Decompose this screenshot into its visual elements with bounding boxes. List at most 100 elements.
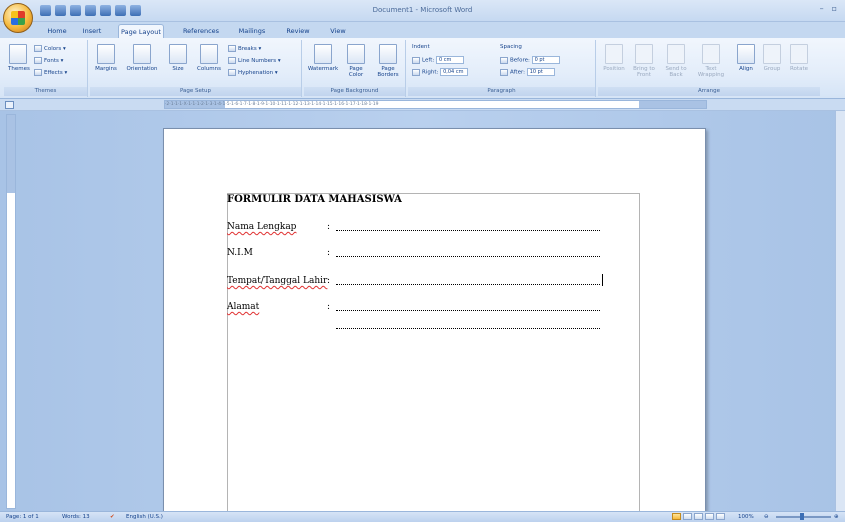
field-line-alamat-2[interactable] <box>336 328 600 329</box>
tab-home[interactable]: Home <box>44 24 70 38</box>
themes-button[interactable]: Themes <box>8 44 30 72</box>
page-count[interactable]: Page: 1 of 1 <box>6 512 39 522</box>
field-line-nama[interactable] <box>336 230 600 231</box>
orientation-button[interactable]: Orientation <box>122 44 162 72</box>
document-heading[interactable]: FORMULIR DATA MAHASISWA <box>227 194 402 205</box>
group-icon <box>763 44 781 64</box>
group-themes: Themes Colors ▾ Fonts ▾ Effects ▾ Themes <box>4 40 88 97</box>
align-button[interactable]: Align <box>734 44 758 72</box>
send-to-back-button[interactable]: Send to Back <box>660 44 692 78</box>
effects-button[interactable]: Effects ▾ <box>34 69 67 76</box>
vertical-scrollbar[interactable] <box>835 111 845 511</box>
size-icon <box>169 44 187 64</box>
position-button[interactable]: Position <box>598 44 630 72</box>
ribbon-tabs: Home Insert Page Layout References Maili… <box>0 22 845 38</box>
hyphenation-icon <box>228 69 236 76</box>
view-buttons <box>672 513 725 520</box>
bring-to-front-button[interactable]: Bring to Front <box>628 44 660 78</box>
proofing-icon[interactable]: ✔ <box>110 512 115 522</box>
breaks-button[interactable]: Breaks ▾ <box>228 45 261 52</box>
field-label-nim[interactable]: N.I.M <box>227 248 253 258</box>
line-numbers-icon <box>228 57 236 64</box>
rotate-icon <box>790 44 808 64</box>
page-borders-icon <box>379 44 397 64</box>
ruler-right-margin <box>639 101 706 108</box>
tab-review[interactable]: Review <box>284 24 312 38</box>
page-color-button[interactable]: Page Color <box>342 44 370 78</box>
field-line-alamat-1[interactable] <box>336 310 600 311</box>
indent-left: Left: 0 cm <box>412 56 464 64</box>
spacing-after-input[interactable]: 10 pt <box>526 68 555 76</box>
size-button[interactable]: Size <box>168 44 188 72</box>
indent-left-icon <box>412 56 420 64</box>
title-bar: Document1 - Microsoft Word – ▫ <box>0 0 845 22</box>
watermark-icon <box>314 44 332 64</box>
indent-title: Indent <box>412 44 430 50</box>
draft-view-icon[interactable] <box>716 513 725 520</box>
group-arrange: Position Bring to Front Send to Back Tex… <box>598 40 820 97</box>
full-screen-reading-view-icon[interactable] <box>683 513 692 520</box>
field-colon-ttl: : <box>327 276 331 286</box>
fonts-icon <box>34 57 42 64</box>
field-colon-nim: : <box>327 248 331 258</box>
colors-button[interactable]: Colors ▾ <box>34 45 66 52</box>
spacing-after-icon <box>500 68 508 76</box>
colors-icon <box>34 45 42 52</box>
watermark-button[interactable]: Watermark <box>306 44 340 72</box>
position-icon <box>605 44 623 64</box>
language-indicator[interactable]: English (U.S.) <box>126 512 163 522</box>
rotate-button[interactable]: Rotate <box>786 44 812 72</box>
send-to-back-icon <box>667 44 685 64</box>
tab-view[interactable]: View <box>328 24 348 38</box>
web-layout-view-icon[interactable] <box>694 513 703 520</box>
zoom-slider-thumb[interactable] <box>800 513 804 520</box>
spacing-before-input[interactable]: 0 pt <box>531 56 560 64</box>
outline-view-icon[interactable] <box>705 513 714 520</box>
page-color-icon <box>347 44 365 64</box>
indent-right-input[interactable]: 0,04 cm <box>440 68 469 76</box>
zoom-out-icon[interactable]: ⊖ <box>764 512 769 522</box>
horizontal-ruler[interactable]: ·2·1·1·1·X·1·1·1·2·1·3·1·4·1·5·1·6·1·7·1… <box>164 100 707 109</box>
office-button[interactable] <box>3 3 33 33</box>
columns-icon <box>200 44 218 64</box>
bring-to-front-icon <box>635 44 653 64</box>
field-label-alamat[interactable]: Alamat <box>227 302 259 312</box>
group-label-arrange: Arrange <box>598 87 820 96</box>
group-page-background: Watermark Page Color Page Borders Page B… <box>304 40 406 97</box>
window-title: Document1 - Microsoft Word <box>372 6 473 14</box>
field-colon-nama: : <box>327 222 331 232</box>
field-line-ttl[interactable] <box>336 284 600 285</box>
print-layout-view-icon[interactable] <box>672 513 681 520</box>
group-button[interactable]: Group <box>760 44 784 72</box>
office-logo-icon <box>11 11 25 25</box>
tab-selector-button[interactable] <box>5 101 14 109</box>
group-label-paragraph: Paragraph <box>408 87 595 96</box>
indent-right-icon <box>412 68 420 76</box>
zoom-level[interactable]: 100% <box>738 512 754 522</box>
word-count[interactable]: Words: 13 <box>62 512 90 522</box>
tab-mailings[interactable]: Mailings <box>236 24 268 38</box>
field-line-nim[interactable] <box>336 256 600 257</box>
indent-left-input[interactable]: 0 cm <box>435 56 464 64</box>
page-borders-button[interactable]: Page Borders <box>372 44 404 78</box>
document-page[interactable] <box>163 128 706 522</box>
text-wrapping-button[interactable]: Text Wrapping <box>694 44 728 78</box>
tab-references[interactable]: References <box>180 24 222 38</box>
minimize-button[interactable]: – <box>820 4 824 13</box>
line-numbers-button[interactable]: Line Numbers ▾ <box>228 57 281 64</box>
tab-insert[interactable]: Insert <box>80 24 104 38</box>
margins-button[interactable]: Margins <box>92 44 120 72</box>
field-colon-alamat: : <box>327 302 331 312</box>
hyphenation-button[interactable]: Hyphenation ▾ <box>228 69 278 76</box>
vertical-ruler[interactable] <box>6 114 16 509</box>
maximize-button[interactable]: ▫ <box>832 4 837 13</box>
field-label-ttl[interactable]: Tempat/Tanggal Lahir <box>227 276 327 286</box>
columns-button[interactable]: Columns <box>194 44 224 72</box>
field-label-nama[interactable]: Nama Lengkap <box>227 222 296 232</box>
margins-icon <box>97 44 115 64</box>
zoom-in-icon[interactable]: ⊕ <box>834 512 839 522</box>
tab-page-layout[interactable]: Page Layout <box>118 24 164 38</box>
text-boundary <box>227 193 640 522</box>
fonts-button[interactable]: Fonts ▾ <box>34 57 63 64</box>
text-wrapping-icon <box>702 44 720 64</box>
